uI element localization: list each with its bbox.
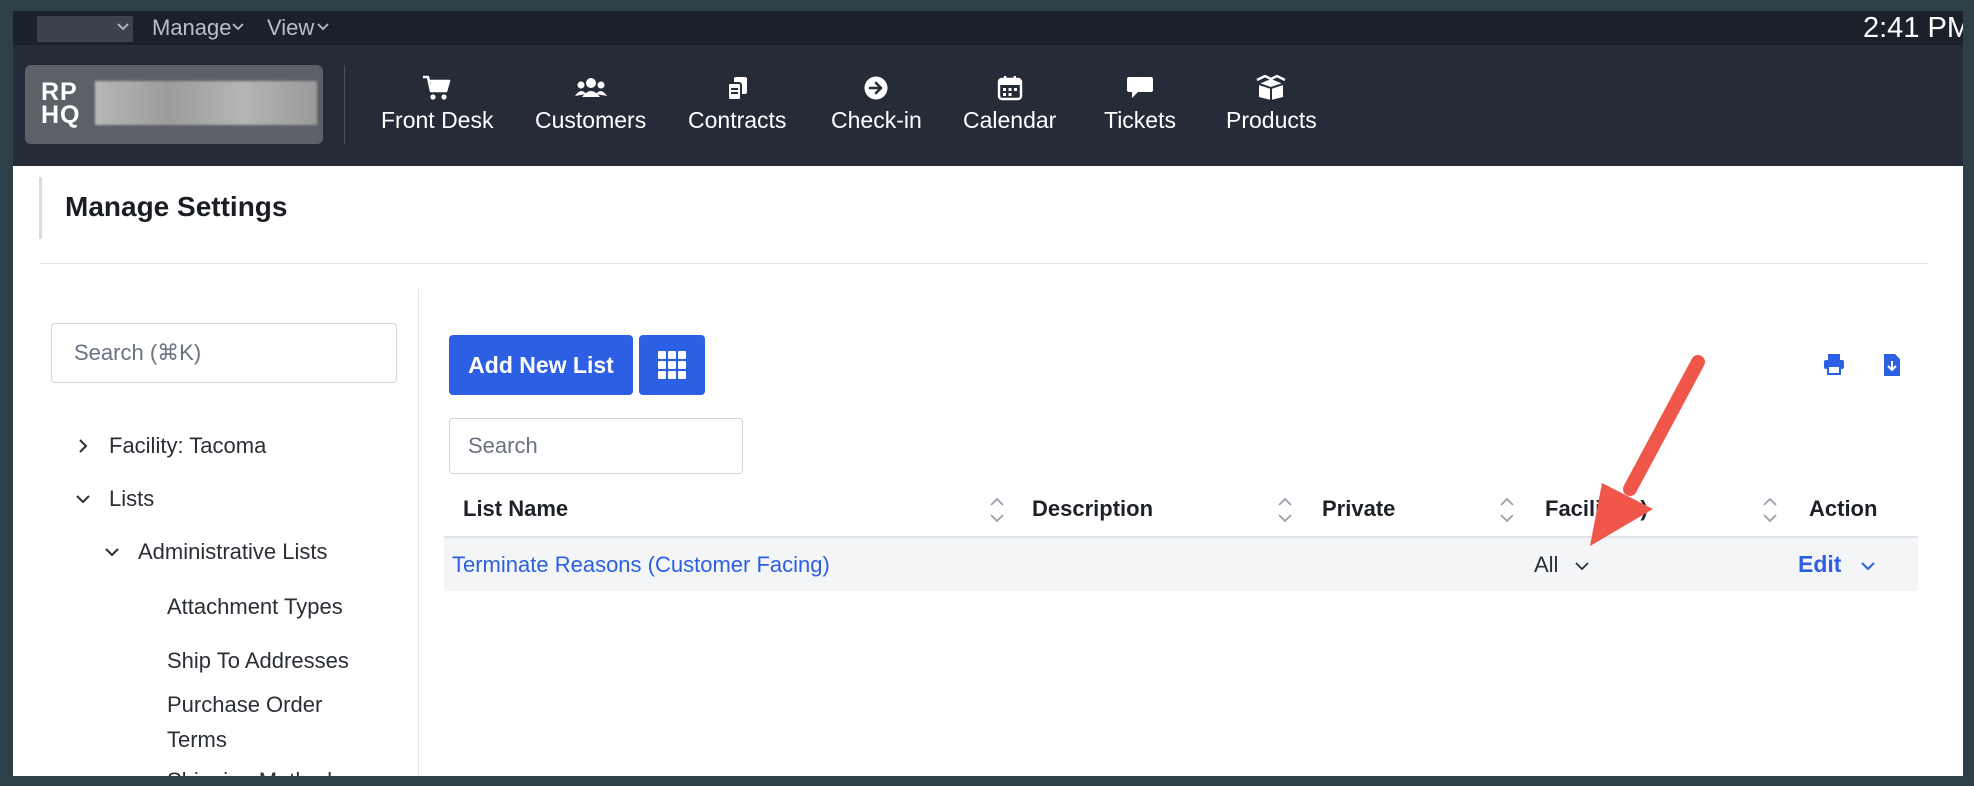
nav-contracts[interactable]: Contracts <box>688 75 786 134</box>
sidebar-item-purchase-order-terms[interactable]: Purchase Order Terms <box>167 687 387 757</box>
redacted-org-name <box>95 81 317 125</box>
add-new-list-button[interactable]: Add New List <box>449 335 633 395</box>
divider <box>39 263 1929 264</box>
nav-products[interactable]: Products <box>1226 75 1317 134</box>
chevron-down-icon[interactable] <box>75 491 91 507</box>
column-header-list-name[interactable]: List Name <box>463 496 568 522</box>
chevron-down-icon[interactable] <box>104 544 120 560</box>
chat-icon <box>1127 77 1153 98</box>
clock: 2:41 PM <box>1863 12 1963 44</box>
edit-button[interactable]: Edit <box>1798 551 1841 578</box>
sidebar-item-facility-tacoma[interactable]: Facility: Tacoma <box>109 428 266 463</box>
logo-button[interactable]: RP HQ <box>25 65 323 144</box>
sidebar-item-lists[interactable]: Lists <box>109 481 154 516</box>
print-icon[interactable] <box>1823 353 1845 375</box>
sidebar-item-ship-to-addresses[interactable]: Ship To Addresses <box>167 643 349 678</box>
list-name-link[interactable]: Terminate Reasons (Customer Facing) <box>452 552 830 578</box>
contracts-icon <box>727 77 748 101</box>
sort-icon[interactable] <box>988 494 1006 526</box>
nav-calendar[interactable]: Calendar <box>963 75 1056 134</box>
chevron-down-icon[interactable] <box>116 20 130 34</box>
sort-icon[interactable] <box>1498 494 1516 526</box>
users-icon <box>574 78 607 97</box>
sort-icon[interactable] <box>1761 494 1779 526</box>
chevron-down-icon[interactable] <box>1860 559 1876 573</box>
chevron-down-icon[interactable] <box>316 20 330 34</box>
nav-customers[interactable]: Customers <box>535 75 646 134</box>
app-window: Manage View 2:41 PM RP HQ Front Desk Cus… <box>13 11 1963 776</box>
column-header-facilities[interactable]: Facility(s) <box>1545 496 1648 522</box>
sidebar-item-administrative-lists[interactable]: Administrative Lists <box>138 534 328 569</box>
menu-view[interactable]: View <box>267 15 314 41</box>
facilities-cell[interactable]: All <box>1534 552 1558 578</box>
top-toolbar: RP HQ Front Desk Customers Contracts Che… <box>13 45 1963 166</box>
box-icon <box>1256 75 1286 100</box>
grid-icon <box>658 351 686 379</box>
column-header-action: Action <box>1809 496 1878 521</box>
menu-manage[interactable]: Manage <box>152 15 232 41</box>
nav-front-desk[interactable]: Front Desk <box>381 75 493 134</box>
toolbar-divider <box>344 65 345 144</box>
chevron-down-icon[interactable] <box>231 20 245 34</box>
page-title: Manage Settings <box>65 191 288 222</box>
nav-check-in[interactable]: Check-in <box>831 75 922 134</box>
sidebar-divider <box>418 289 419 776</box>
calendar-icon <box>997 76 1022 101</box>
column-header-private[interactable]: Private <box>1322 496 1395 522</box>
grid-view-button[interactable] <box>639 335 705 395</box>
column-header-description[interactable]: Description <box>1032 496 1153 522</box>
sidebar-item-attachment-types[interactable]: Attachment Types <box>167 589 343 624</box>
arrow-circle-icon <box>864 76 888 100</box>
chevron-right-icon[interactable] <box>75 438 91 454</box>
table-search-input[interactable] <box>449 418 743 474</box>
sidebar-item-shipping-methods[interactable]: Shipping Methods <box>167 763 343 776</box>
download-icon[interactable] <box>1882 353 1902 377</box>
sort-icon[interactable] <box>1276 494 1294 526</box>
cart-icon <box>423 75 451 100</box>
header-accent-bar <box>39 177 42 239</box>
sidebar-search-input[interactable] <box>51 323 397 383</box>
nav-tickets[interactable]: Tickets <box>1104 75 1176 134</box>
menu-bar: Manage View 2:41 PM <box>13 11 1963 45</box>
chevron-down-icon[interactable] <box>1574 559 1590 573</box>
logo: RP HQ <box>41 78 81 129</box>
